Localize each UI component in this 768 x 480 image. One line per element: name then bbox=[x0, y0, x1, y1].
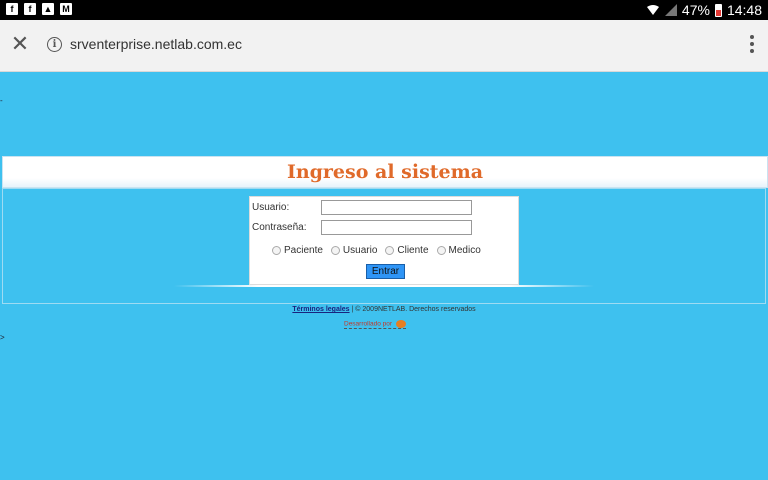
developed-by-text: Desarrollado por bbox=[344, 320, 393, 328]
notification-icons: f f ▲ M bbox=[6, 3, 72, 15]
entrar-button[interactable]: Entrar bbox=[366, 264, 405, 279]
radio-paciente[interactable]: Paciente bbox=[272, 245, 323, 256]
divider bbox=[174, 285, 594, 287]
info-icon[interactable]: i bbox=[47, 37, 62, 52]
signal-icon bbox=[664, 4, 677, 16]
battery-icon bbox=[714, 3, 722, 17]
usuario-input[interactable] bbox=[321, 200, 472, 215]
clock: 14:48 bbox=[726, 2, 762, 18]
password-input[interactable] bbox=[321, 220, 472, 235]
close-icon[interactable]: ✕ bbox=[10, 33, 30, 55]
role-radio-group: Paciente Usuario Cliente Medico bbox=[272, 245, 481, 256]
title-banner: Ingreso al sistema bbox=[2, 156, 768, 188]
browser-toolbar: ✕ i srventerprise.netlab.com.ec bbox=[0, 20, 768, 72]
password-label: Contraseña: bbox=[252, 222, 307, 233]
developer-logo-icon bbox=[395, 320, 406, 328]
terms-link[interactable]: Términos legales bbox=[292, 306, 349, 313]
system-indicators: 47% 14:48 bbox=[646, 2, 762, 18]
radio-button[interactable] bbox=[272, 246, 281, 255]
copyright-text: | © 2009NETLAB. Derechos reservados bbox=[351, 306, 476, 313]
battery-percent: 47% bbox=[681, 2, 710, 18]
usuario-label: Usuario: bbox=[252, 202, 290, 213]
login-form: Usuario: Contraseña: Paciente Usuario Cl… bbox=[249, 196, 519, 285]
footer: Términos legales | © 2009NETLAB. Derecho… bbox=[0, 306, 768, 313]
image-icon: ▲ bbox=[42, 3, 54, 15]
radio-button[interactable] bbox=[385, 246, 395, 255]
developed-by-link[interactable]: Desarrollado por bbox=[344, 320, 406, 329]
stray-text: > bbox=[0, 333, 5, 342]
radio-label: Medico bbox=[448, 245, 481, 256]
radio-button[interactable] bbox=[330, 246, 340, 255]
url-field[interactable]: srventerprise.netlab.com.ec bbox=[70, 36, 242, 52]
facebook-icon: f bbox=[24, 3, 36, 15]
radio-label: Usuario bbox=[342, 245, 378, 256]
wifi-icon bbox=[646, 5, 659, 15]
stray-text: - bbox=[0, 96, 3, 105]
radio-cliente[interactable]: Cliente bbox=[385, 245, 429, 256]
radio-medico[interactable]: Medico bbox=[436, 245, 481, 256]
page-title: Ingreso al sistema bbox=[286, 161, 484, 183]
gmail-icon: M bbox=[60, 3, 72, 15]
radio-label: Paciente bbox=[284, 245, 323, 256]
radio-label: Cliente bbox=[397, 245, 429, 256]
overflow-menu-icon[interactable] bbox=[750, 35, 754, 53]
facebook-icon: f bbox=[6, 3, 18, 15]
status-bar: f f ▲ M 47% 14:48 bbox=[0, 0, 768, 20]
radio-button[interactable] bbox=[436, 246, 446, 255]
radio-usuario[interactable]: Usuario bbox=[330, 245, 378, 256]
